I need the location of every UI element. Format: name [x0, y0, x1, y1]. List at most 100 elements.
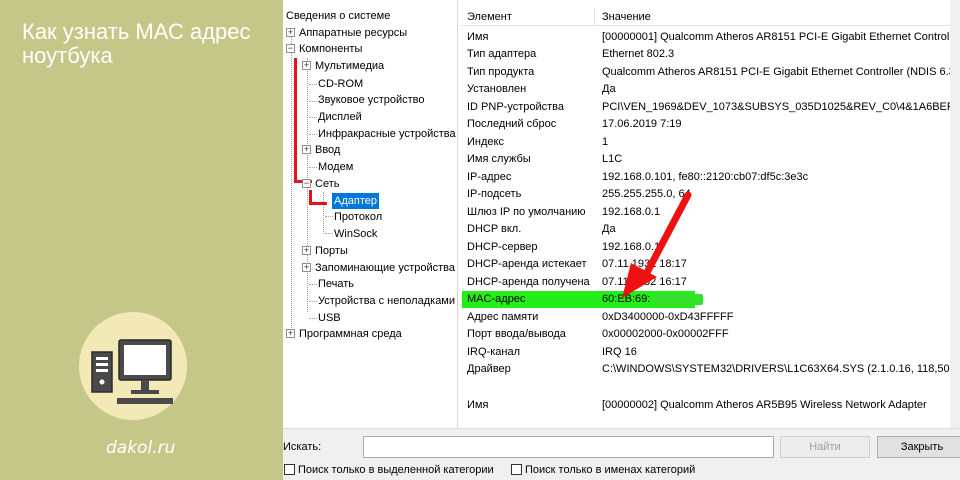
cell-element: Порт ввода/вывода — [467, 328, 566, 340]
tree-line — [309, 84, 317, 85]
tree-line — [323, 192, 324, 234]
tree-item-label: Ввод — [315, 144, 341, 156]
tree-item-protocol[interactable]: Протокол — [334, 209, 382, 225]
expand-icon[interactable]: + — [302, 144, 311, 154]
expand-icon[interactable]: + — [286, 27, 295, 37]
cell-element: Имя службы — [467, 153, 531, 165]
checkbox-icon[interactable] — [284, 463, 295, 475]
tree-item-winsock[interactable]: WinSock — [334, 226, 377, 242]
table-row[interactable]: Имя [00000001] Qualcomm Atheros AR8151 PC… — [461, 29, 960, 46]
cell-value: [00000001] Qualcomm Atheros AR8151 PCI-E… — [602, 31, 960, 43]
cell-element: Адрес памяти — [467, 311, 539, 323]
table-row[interactable]: DHCP-аренда получена 07.11.1932 16:17 — [461, 274, 960, 291]
expand-icon[interactable]: + — [302, 245, 311, 255]
search-bar: Искать: Найти Закрыть Поиск только в выд… — [283, 428, 960, 480]
mac-redacted — [653, 294, 703, 305]
tree-item-label: WinSock — [334, 228, 378, 240]
tree-item-problem-devices[interactable]: Устройства с неполадками — [318, 293, 455, 309]
tree-item-software-environment[interactable]: + Программная среда — [286, 326, 402, 342]
table-row[interactable]: Индекс 1 — [461, 134, 960, 151]
table-row[interactable]: MAC-адрес 60:EB:69: — [461, 291, 960, 308]
tree-item-multimedia[interactable]: + Мультимедиа — [302, 58, 384, 74]
site-name: dakol.ru — [106, 438, 176, 458]
table-row[interactable]: Шлюз IP по умолчанию 192.168.0.1 — [461, 204, 960, 221]
cell-value: 17.06.2019 7:19 — [602, 118, 682, 130]
find-button[interactable]: Найти — [780, 436, 870, 458]
table-header: Элемент Значение — [461, 8, 960, 26]
cell-value: 07.11.1932 16:17 — [602, 276, 687, 288]
cell-value: C:\WINDOWS\SYSTEM32\DRIVERS\L1C63X64.SYS… — [602, 363, 960, 375]
tree-line — [325, 233, 333, 234]
close-button[interactable]: Закрыть — [877, 436, 960, 458]
table-row[interactable]: Имя службы L1C — [461, 151, 960, 168]
checkbox-icon[interactable] — [511, 463, 522, 475]
tree-item-storage[interactable]: + Запоминающие устройства — [302, 260, 455, 276]
table-row[interactable]: Адрес памяти 0xD3400000-0xD43FFFFF — [461, 309, 960, 326]
tree-item-label: CD-ROM — [318, 78, 364, 90]
vertical-scrollbar[interactable] — [950, 0, 960, 428]
table-row[interactable]: Тип адаптера Ethernet 802.3 — [461, 46, 960, 63]
tree-line — [325, 216, 333, 217]
collapse-icon[interactable]: − — [302, 178, 311, 188]
cell-element: IP-подсеть — [467, 188, 522, 200]
category-tree[interactable]: Сведения о системе + Аппаратные ресурсы −… — [283, 0, 458, 428]
tree-line — [309, 167, 317, 168]
tree-item-label: Устройства с неполадками — [318, 295, 456, 307]
table-row[interactable]: Тип продукта Qualcomm Atheros AR8151 PCI-… — [461, 64, 960, 81]
column-header-element[interactable]: Элемент — [467, 8, 512, 26]
cell-element: Тип продукта — [467, 66, 535, 78]
tree-item-sound-device[interactable]: Звуковое устройство — [318, 92, 424, 108]
expand-icon[interactable]: + — [302, 262, 311, 272]
tree-item-label: Модем — [318, 161, 354, 173]
expand-icon[interactable]: + — [286, 328, 295, 338]
article-title: Как узнать МАС адрес ноутбука — [22, 20, 272, 68]
tree-item-display[interactable]: Дисплей — [318, 109, 362, 125]
tree-line — [291, 32, 292, 334]
column-separator[interactable] — [594, 8, 595, 26]
tree-item-cdrom[interactable]: CD-ROM — [318, 76, 363, 92]
cell-value: 1 — [602, 136, 609, 148]
table-row[interactable]: Установлен Да — [461, 81, 960, 98]
cell-element: DHCP-аренда истекает — [467, 258, 587, 270]
cell-value: 255.255.255.0, 64 — [602, 188, 691, 200]
tree-item-modem[interactable]: Модем — [318, 159, 353, 175]
tree-item-network[interactable]: − Сеть — [302, 176, 339, 192]
table-row[interactable]: IP-адрес 192.168.0.101, fe80::2120:cb07:d… — [461, 169, 960, 186]
tree-item-usb[interactable]: USB — [318, 310, 341, 326]
search-input[interactable] — [363, 436, 774, 458]
table-row[interactable]: DHCP-аренда истекает 07.11.1932 18:17 — [461, 256, 960, 273]
tree-item-ports[interactable]: + Порты — [302, 243, 348, 259]
table-row[interactable]: IP-подсеть 255.255.255.0, 64 — [461, 186, 960, 203]
tree-item-input[interactable]: + Ввод — [302, 142, 340, 158]
tree-line — [309, 301, 317, 302]
expand-icon[interactable]: + — [302, 60, 311, 70]
tree-item-system-summary[interactable]: Сведения о системе — [286, 8, 390, 24]
tree-item-hardware-resources[interactable]: + Аппаратные ресурсы — [286, 25, 407, 41]
checkbox-selected-category[interactable]: Поиск только в выделенной категории — [284, 463, 494, 477]
table-row[interactable]: ID PNP-устройства PCI\VEN_1969&DEV_1073&S… — [461, 99, 960, 116]
table-row[interactable]: Порт ввода/вывода 0x00002000-0x00002FFF — [461, 326, 960, 343]
tree-item-adapter[interactable]: Адаптер — [332, 193, 379, 209]
cell-value: Qualcomm Atheros AR8151 PCI-E Gigabit Et… — [602, 66, 960, 78]
cell-value: PCI\VEN_1969&DEV_1073&SUBSYS_035D1025&RE… — [602, 101, 960, 113]
table-row[interactable]: IRQ-канал IRQ 16 — [461, 344, 960, 361]
details-table[interactable]: Элемент Значение Имя [00000001] Qualcomm … — [461, 0, 960, 428]
table-row[interactable]: Последний сброс 17.06.2019 7:19 — [461, 116, 960, 133]
cell-element: DHCP-аренда получена — [467, 276, 590, 288]
collapse-icon[interactable]: − — [286, 43, 295, 53]
table-row[interactable]: DHCP вкл. Да — [461, 221, 960, 238]
column-header-value[interactable]: Значение — [602, 8, 651, 26]
cell-value: Да — [602, 83, 616, 95]
table-row[interactable]: DHCP-сервер 192.168.0.1 — [461, 239, 960, 256]
table-row[interactable]: Имя [00000002] Qualcomm Atheros AR5B95 Wi… — [461, 397, 960, 414]
article-title-line1: Как узнать МАС адрес — [22, 19, 251, 44]
tree-item-printing[interactable]: Печать — [318, 276, 354, 292]
promo-panel: Как узнать МАС адрес ноутбука dakol.ru — [0, 0, 283, 480]
checkbox-category-names[interactable]: Поиск только в именах категорий — [511, 463, 695, 477]
checkbox-label: Поиск только в именах категорий — [525, 464, 696, 476]
table-row[interactable]: Драйвер C:\WINDOWS\SYSTEM32\DRIVERS\L1C63… — [461, 361, 960, 378]
tree-item-components[interactable]: − Компоненты — [286, 41, 362, 57]
table-row[interactable] — [461, 379, 960, 396]
cell-element: Имя — [467, 31, 489, 43]
tree-item-infrared[interactable]: Инфракрасные устройства — [318, 126, 456, 142]
